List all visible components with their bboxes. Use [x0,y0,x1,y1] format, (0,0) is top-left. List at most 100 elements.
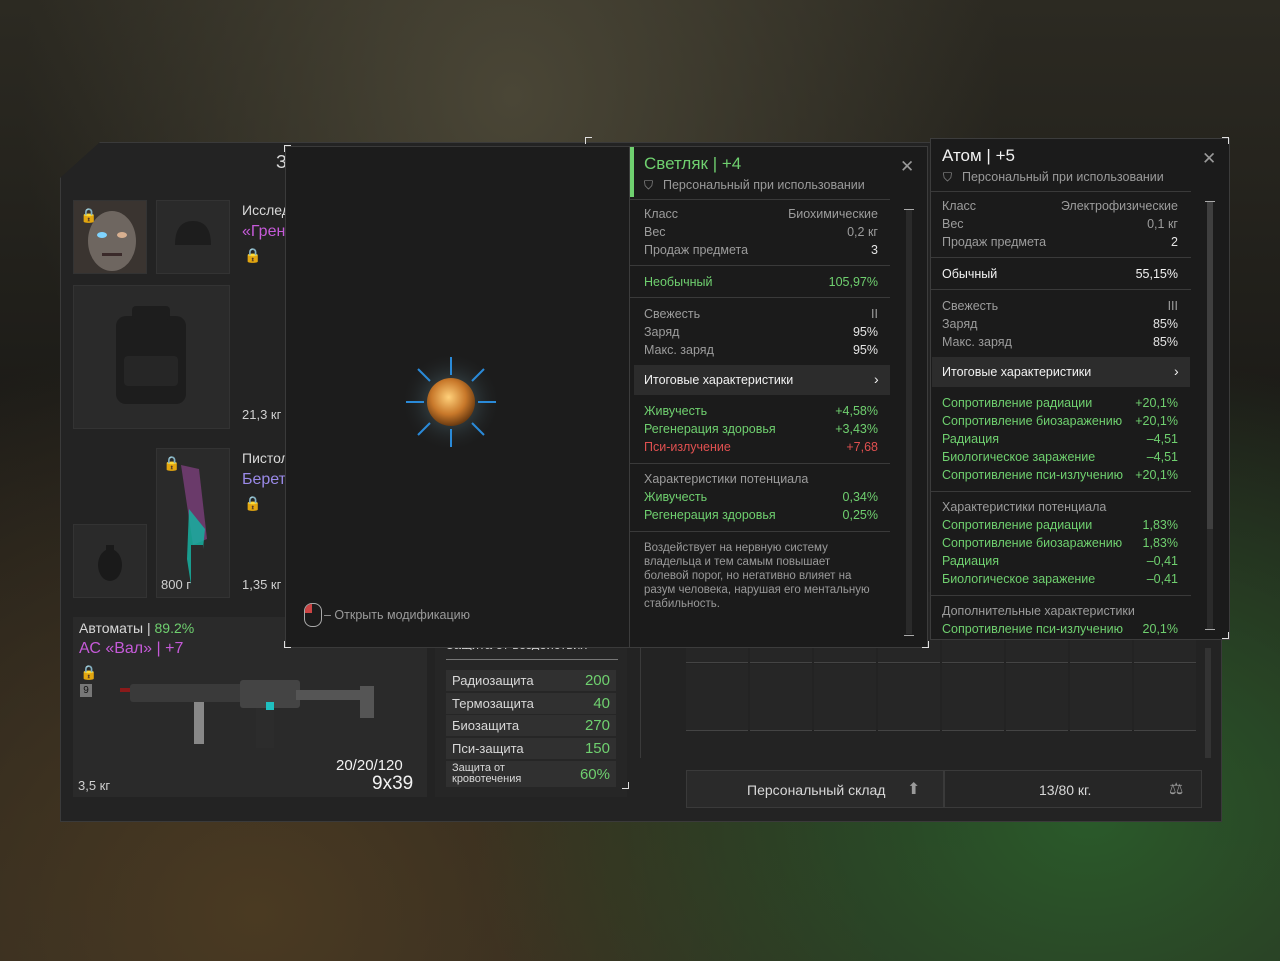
binding-label: Персональный при использовании [962,170,1164,184]
artifact-description: Воздействует на нервную систему владельц… [644,542,870,610]
helmet-slot[interactable] [156,200,230,274]
lock-icon: 🔒 [80,207,98,223]
stat-value: –4,51 [1146,450,1178,464]
stat-value: +7,68 [846,440,878,454]
weapon-ammo: 20/20/120 [336,757,403,774]
knife-slot[interactable]: 🔒 800 г [156,448,230,598]
stat-row: Сопротивление биозаражению 1,83% [942,536,1178,550]
backpack-slot[interactable] [73,285,230,429]
stat-label: Биологическое заражение [942,572,1096,586]
inventory-cell[interactable] [686,664,748,731]
protection-row: Защита от кровотечения 60% [446,761,616,787]
grid-scrollbar[interactable] [1205,648,1211,758]
corner-bracket [622,782,629,789]
tooltip-title: Атом | +5 [942,146,1015,165]
weapon-name: АС «Вал» [79,640,153,657]
stat-label: Биозащита [452,718,520,733]
stat-row: Продаж предмета 2 [942,235,1178,249]
inventory-cell[interactable] [1070,664,1132,731]
stat-value: 200 [584,672,610,689]
inventory-cell[interactable] [750,664,812,731]
stat-label: Сопротивление биозаражению [942,536,1123,550]
stat-label: Продаж предмета [644,243,749,257]
divider [630,199,890,200]
stat-row: Сопротивление радиации 1,83% [942,518,1178,532]
character-portrait[interactable]: 🔒 [73,200,147,274]
weapon-category: Автоматы [79,620,144,636]
stat-label: Класс [942,199,977,213]
inventory-cell[interactable] [878,664,940,731]
tooltip-title: Светляк | +4 [644,154,742,173]
inventory-cell[interactable] [1006,664,1068,731]
pistol-weight: 1,35 кг [242,577,282,592]
stat-value: 85% [1152,335,1178,349]
stat-row: Макс. заряд 95% [644,343,878,357]
stat-value: –0,41 [1146,554,1178,568]
scroll-cap [904,635,914,636]
totals-expander[interactable]: Итоговые характеристики › [932,357,1190,387]
artifact-level: +5 [995,146,1015,165]
personal-storage-button[interactable]: Персональный склад ⬆ [686,770,944,808]
helmet-icon [175,221,211,245]
research-name[interactable]: «Грен [242,223,285,241]
scroll-cap [1205,629,1215,630]
stat-label: Биологическое заражение [942,450,1096,464]
inventory-cell[interactable] [814,664,876,731]
stat-label: Сопротивление радиации [942,518,1093,532]
corner-bracket [284,641,291,648]
artifact-image [401,352,501,452]
close-icon[interactable]: ✕ [1202,149,1216,169]
stat-label: Сопротивление пси-излучению [942,622,1123,636]
stat-label: Пси-защита [452,741,524,756]
pistol-name[interactable]: Берет [242,471,286,489]
totals-expander[interactable]: Итоговые характеристики › [634,365,890,395]
scrollbar-thumb[interactable] [1207,201,1213,529]
stat-row: Вес 0,2 кг [644,225,878,239]
weapon-image [120,680,374,748]
section-title: Характеристики потенциала [644,472,878,486]
lock-icon: 🔒 [244,495,262,511]
stat-value: 0,34% [842,490,878,504]
close-icon[interactable]: ✕ [900,157,914,177]
artifact-preview-panel: – Открыть модификацию [285,146,630,648]
stat-value: 95% [852,325,878,339]
rarity-row: Необычный 105,97% [644,275,878,289]
stat-value: –0,41 [1146,572,1178,586]
stat-value: 60% [579,765,610,783]
stat-value: 40 [593,695,610,712]
artifact-tooltip-svetlyak: Светляк | +4 ✕ ⛉ Персональный при исполь… [629,146,928,648]
weapon-upgrade: +7 [165,640,184,657]
artifact-name: Светляк [644,154,708,173]
pistol-label: Пистол [242,450,289,466]
inventory-cell[interactable] [1134,664,1196,731]
stat-label: Регенерация здоровья [644,422,776,436]
stat-label: Живучесть [644,490,708,504]
stat-label: Регенерация здоровья [644,508,776,522]
stat-row: Продаж предмета 3 [644,243,878,257]
scrollbar[interactable] [906,209,912,634]
mouse-icon [304,603,322,627]
stat-label: Радиозащита [452,673,534,688]
inventory-grid[interactable] [686,592,1200,760]
divider [630,265,890,266]
stat-row: Радиация –0,41 [942,554,1178,568]
stat-label: Пси-излучение [644,440,731,454]
divider [931,289,1191,290]
stat-value: 0,25% [842,508,878,522]
backpack-icon [116,306,186,404]
open-modification-hint[interactable]: – Открыть модификацию [324,608,470,622]
divider [630,531,890,532]
lock-icon: 🔒 [163,455,181,471]
stat-value: 2 [1171,235,1178,249]
rarity-label: Обычный [942,267,998,281]
inventory-cell[interactable] [942,664,1004,731]
lock-icon: 🔒 [244,247,262,263]
grenade-icon [98,545,122,581]
stat-value: 20,1% [1142,622,1178,636]
divider [931,191,1191,192]
stat-value: 0,2 кг [847,225,878,239]
scroll-cap [904,209,914,210]
grenade-slot[interactable] [73,524,147,598]
stat-label: Продаж предмета [942,235,1047,249]
extra-label: Дополнительные характеристики [942,604,1135,618]
